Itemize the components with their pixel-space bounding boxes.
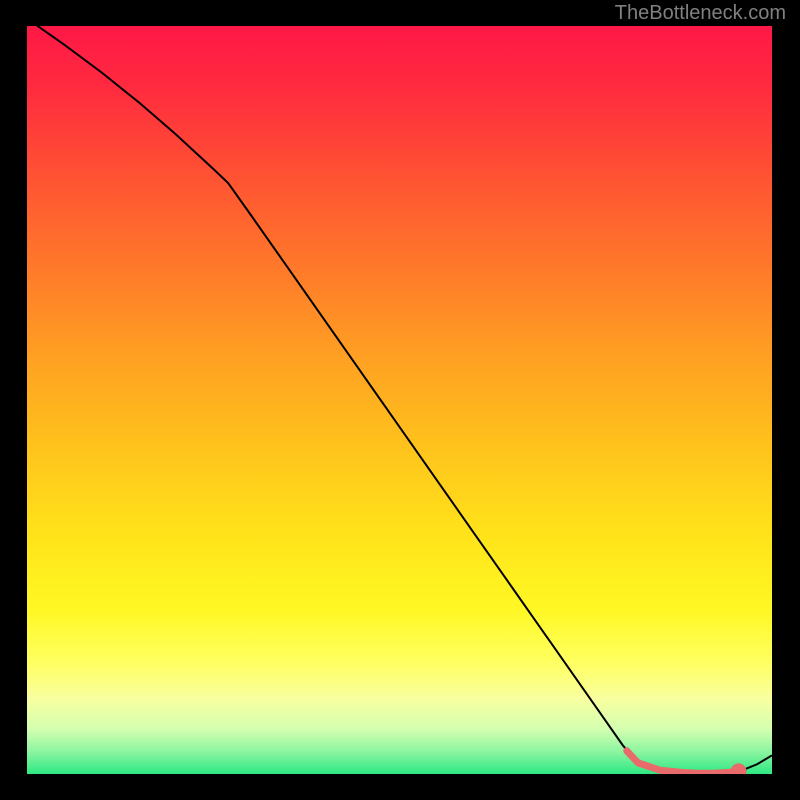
chart-series-curve	[27, 26, 772, 773]
chart-lines	[27, 26, 772, 774]
chart-series-highlight	[627, 751, 739, 773]
chart-end-marker	[730, 763, 746, 774]
chart-plot-area	[27, 26, 772, 774]
watermark-text: TheBottleneck.com	[615, 2, 786, 25]
